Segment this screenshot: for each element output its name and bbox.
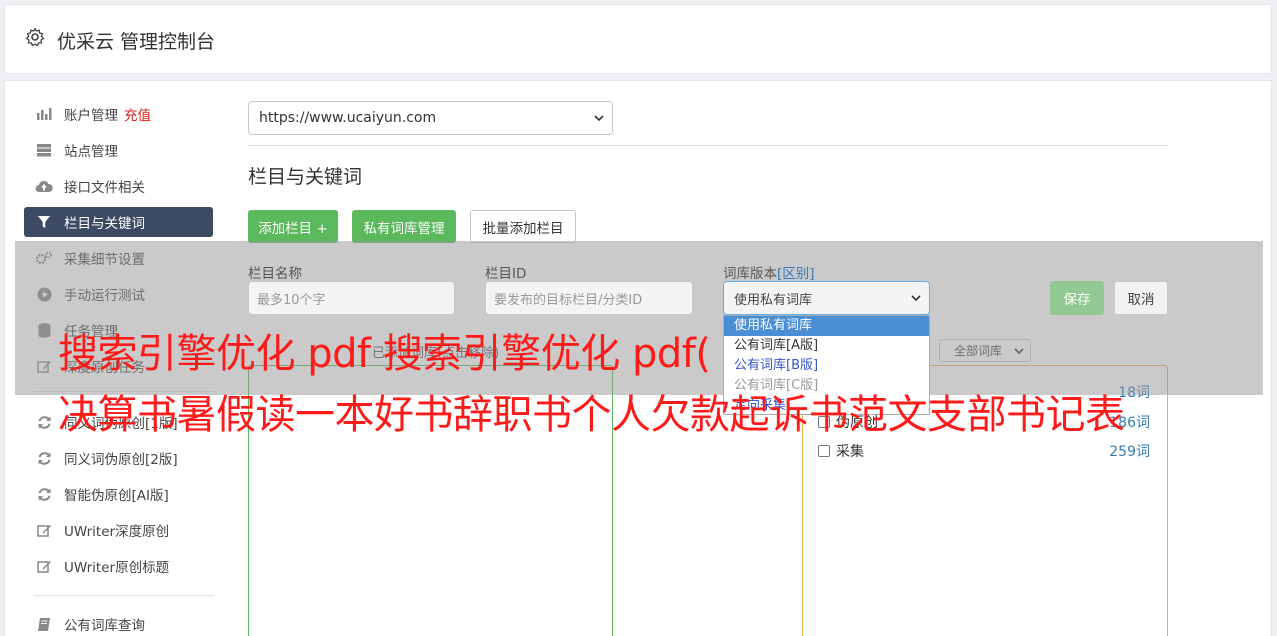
sidebar-item-uwriter-deep[interactable]: UWriter深度原创 (24, 515, 213, 545)
private-library-button[interactable]: 私有词库管理 (352, 210, 456, 243)
chevron-down-icon (911, 295, 921, 302)
library-name: 采集 (836, 444, 864, 460)
section-title: 栏目与关键词 (248, 166, 363, 188)
edit-icon (35, 558, 53, 574)
cancel-button[interactable]: 取消 (1114, 281, 1168, 315)
sidebar-item-label: 公有词库查询 (64, 618, 145, 634)
refresh-icon (35, 414, 53, 430)
sidebar-item-label: 站点管理 (64, 144, 118, 160)
sidebar-item-label: 账户管理 (64, 108, 118, 124)
sidebar-item-label: 智能伪原创[AI版] (64, 488, 169, 504)
add-column-button[interactable]: 添加栏目 + (248, 210, 338, 243)
sidebar-item-interface[interactable]: 接口文件相关 (24, 171, 213, 201)
top-bar: 优采云 管理控制台 (4, 4, 1272, 74)
sidebar-item-label: 同义词伪原创[2版] (64, 452, 178, 468)
library-version-value: 使用私有词库 (734, 292, 813, 308)
gear-icon (25, 27, 45, 47)
recharge-link[interactable]: 充值 (124, 104, 151, 124)
refresh-icon (35, 486, 53, 502)
difference-link[interactable]: [区别] (777, 266, 815, 282)
dropdown-option[interactable]: 公有词库[B版] (724, 356, 929, 376)
refresh-icon (35, 450, 53, 466)
sidebar-divider (34, 595, 214, 596)
cloud-upload-icon (35, 178, 53, 194)
library-checkbox[interactable] (818, 445, 830, 457)
library-item[interactable]: 采集 259词 (818, 441, 1150, 461)
sidebar-item-ai-rewrite[interactable]: 智能伪原创[AI版] (24, 479, 213, 509)
library-version-select[interactable]: 使用私有词库 (723, 281, 930, 315)
overlay-headline: 搜索引擎优化 pdf 搜索引擎优化 pdf( (58, 331, 711, 377)
batch-add-button[interactable]: 批量添加栏目 (470, 210, 576, 243)
sidebar-item-label: 栏目与关键词 (64, 216, 145, 232)
book-icon (35, 616, 53, 632)
sidebar-item-account[interactable]: 账户管理 充值 (24, 99, 213, 129)
filter-icon (35, 214, 53, 230)
dropdown-option[interactable]: 使用私有词库 (724, 316, 929, 336)
site-select[interactable]: https://www.ucaiyun.com (248, 101, 613, 135)
site-select-value: https://www.ucaiyun.com (259, 110, 437, 126)
overlay-subline: 决算书暑假读一本好书辞职书个人欠款起诉书范文支部书记表 (58, 392, 1125, 438)
column-id-input[interactable]: 要发布的目标栏目/分类ID (485, 281, 693, 315)
library-count: 259词 (1109, 444, 1150, 460)
sidebar-item-synonym-v2[interactable]: 同义词伪原创[2版] (24, 443, 213, 473)
sidebar-item-columns[interactable]: 栏目与关键词 (24, 207, 213, 237)
column-name-input[interactable]: 最多10个字 (248, 281, 455, 315)
column-id-label: 栏目ID (485, 266, 527, 282)
sidebar-item-sites[interactable]: 站点管理 (24, 135, 213, 165)
divider (248, 145, 1168, 146)
dropdown-option[interactable]: 公有词库[A版] (724, 336, 929, 356)
library-version-text: 词库版本 (723, 266, 777, 282)
library-version-label: 词库版本[区别] (723, 262, 815, 282)
sidebar-item-public-lib[interactable]: 公有词库查询 (24, 609, 213, 636)
edit-icon (35, 522, 53, 538)
sidebar-item-label: 接口文件相关 (64, 180, 145, 196)
sidebar-item-label: UWriter原创标题 (64, 560, 170, 576)
bar-chart-icon (35, 106, 53, 122)
server-icon (35, 142, 53, 158)
sidebar-item-label: UWriter深度原创 (64, 524, 170, 540)
app-title: 优采云 管理控制台 (57, 31, 216, 53)
column-name-label: 栏目名称 (248, 266, 302, 282)
sidebar-item-uwriter-title[interactable]: UWriter原创标题 (24, 551, 213, 581)
chevron-down-icon (594, 115, 604, 122)
save-button[interactable]: 保存 (1050, 281, 1104, 315)
